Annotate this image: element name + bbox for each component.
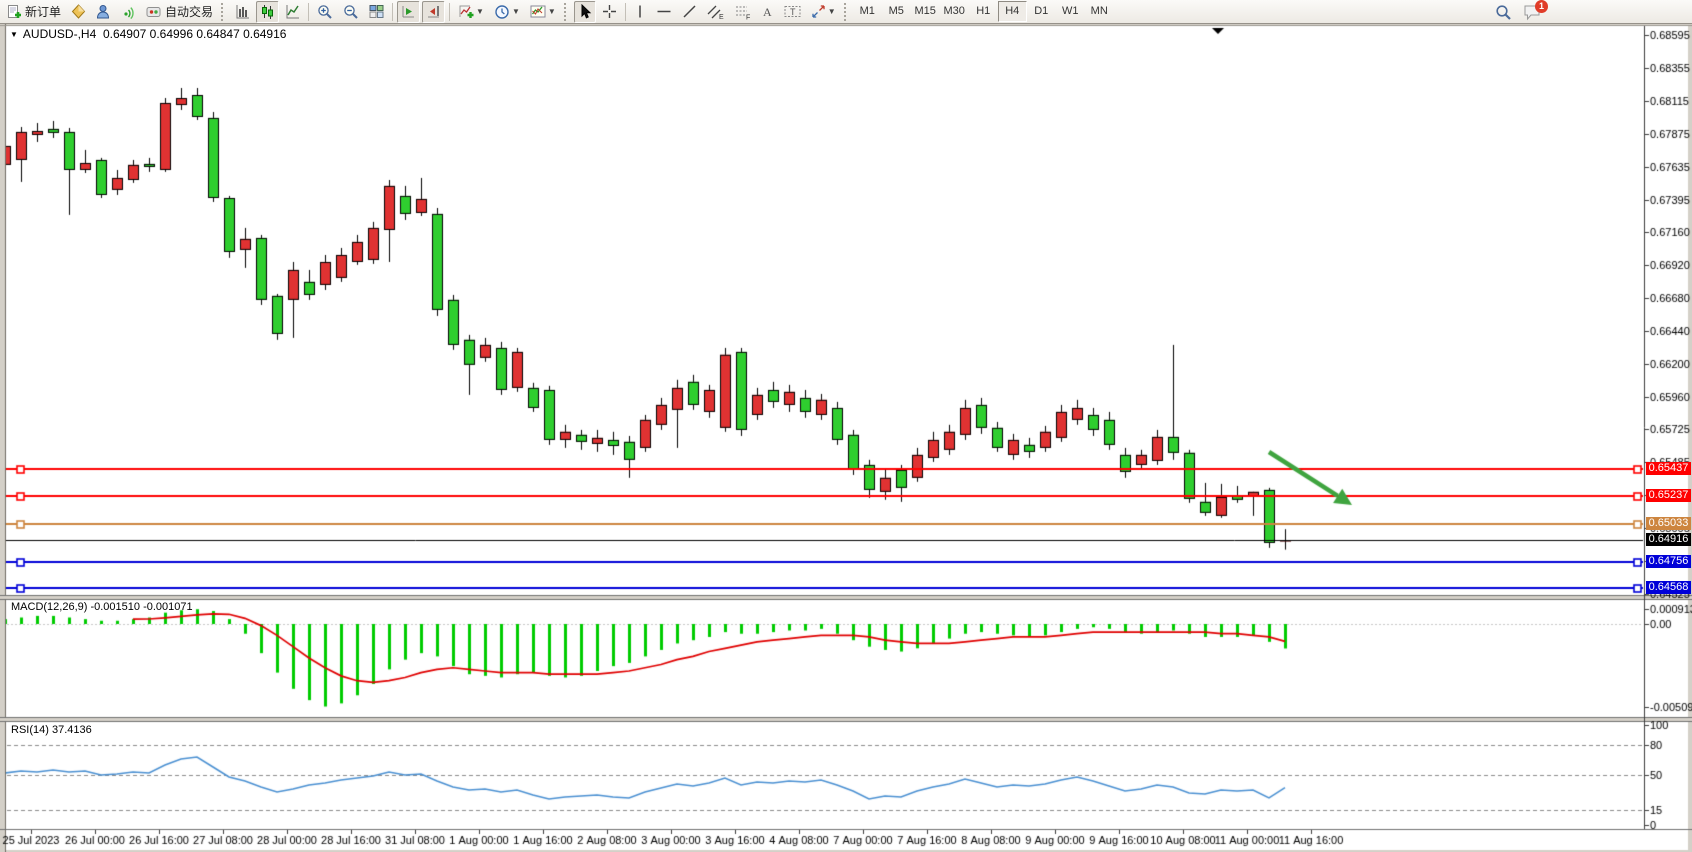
signal-button[interactable] [117, 1, 140, 23]
tile-windows-icon [369, 4, 384, 19]
svg-text:F: F [746, 14, 750, 20]
period-clock-icon [494, 4, 510, 20]
fibonacci-button[interactable]: F [730, 1, 755, 23]
chart-template-button[interactable]: ▼ [526, 1, 560, 23]
zoom-in-icon [317, 4, 333, 20]
signal-icon [121, 4, 136, 19]
svg-text:T: T [790, 7, 796, 17]
add-indicator-button[interactable]: ▼ [454, 1, 488, 23]
price-tag[interactable]: 0.65237 [1646, 489, 1691, 502]
new-order-label: 新订单 [25, 3, 61, 20]
horizontal-line-button[interactable] [652, 1, 676, 23]
zoom-out-button[interactable] [339, 1, 363, 23]
autotrading-button[interactable]: 自动交易 [142, 1, 217, 23]
search-button[interactable] [1491, 1, 1516, 23]
tab-m15[interactable]: M15 [911, 1, 940, 22]
search-icon [1495, 4, 1512, 21]
chart-canvas[interactable] [0, 24, 1692, 852]
text-label-button[interactable]: T [780, 1, 805, 23]
text-icon: A [761, 4, 774, 19]
tile-windows-button[interactable] [365, 1, 388, 23]
chart-shift-icon [426, 4, 441, 19]
market-depth-button[interactable] [67, 1, 90, 23]
candlestick-chart-icon [260, 4, 275, 19]
cursor-icon [578, 4, 592, 19]
autotrading-label: 自动交易 [165, 3, 213, 20]
line-chart-icon [285, 4, 300, 19]
tab-m30[interactable]: M30 [940, 1, 969, 22]
chart-shift-button[interactable] [422, 1, 445, 23]
equidistant-channel-button[interactable]: E [703, 1, 728, 23]
chart-title: ▼ AUDUSD-,H4 0.64907 0.64996 0.64847 0.64… [10, 27, 286, 41]
chevron-down-icon: ▼ [828, 7, 836, 16]
new-order-icon [7, 4, 22, 19]
notification-badge: 1 [1535, 0, 1548, 13]
tab-w1[interactable]: W1 [1056, 1, 1085, 22]
arrows-button[interactable]: ▼ [807, 1, 840, 23]
crosshair-icon [602, 4, 617, 19]
trendline-button[interactable] [678, 1, 701, 23]
bar-chart-icon [235, 4, 250, 19]
trendline-icon [682, 4, 697, 19]
equidistant-channel-icon: E [707, 4, 724, 20]
new-order-button[interactable]: 新订单 [3, 1, 65, 23]
chevron-down-icon: ▼ [476, 7, 484, 16]
add-indicator-icon [458, 4, 474, 19]
text-label-icon: T [784, 4, 801, 19]
toolbar-grip[interactable] [564, 3, 570, 21]
price-tag[interactable]: 0.64916 [1646, 533, 1691, 546]
chat-button[interactable]: 1 [1523, 3, 1542, 21]
trader-profile-button[interactable] [92, 1, 115, 23]
autotrading-icon [146, 4, 162, 19]
candlestick-chart-button[interactable] [256, 1, 279, 23]
tab-d1[interactable]: D1 [1027, 1, 1056, 22]
tab-m5[interactable]: M5 [882, 1, 911, 22]
auto-scroll-icon [401, 4, 416, 19]
tab-h4[interactable]: H4 [998, 1, 1027, 22]
chart-ohlc-values: 0.64907 0.64996 0.64847 0.64916 [103, 27, 287, 41]
zoom-in-button[interactable] [313, 1, 337, 23]
zoom-out-icon [343, 4, 359, 20]
svg-text:E: E [719, 14, 724, 20]
macd-indicator-label: MACD(12,26,9) -0.001510 -0.001071 [11, 601, 193, 613]
chevron-down-icon: ▼ [512, 7, 520, 16]
price-tag[interactable]: 0.64568 [1646, 581, 1691, 594]
tab-mn[interactable]: MN [1085, 1, 1114, 22]
toolbar-grip[interactable] [844, 3, 850, 21]
cursor-button[interactable] [574, 1, 596, 23]
fibonacci-icon: F [734, 4, 751, 20]
market-depth-icon [71, 4, 86, 19]
vertical-line-icon [634, 4, 646, 19]
vertical-line-button[interactable] [630, 1, 650, 23]
price-tag[interactable]: 0.64756 [1646, 555, 1691, 568]
period-clock-button[interactable]: ▼ [490, 1, 524, 23]
crosshair-button[interactable] [598, 1, 621, 23]
mt-terminal-window: 新订单 自动交易 [0, 0, 1692, 852]
symbol-dropdown-icon[interactable]: ▼ [10, 30, 18, 39]
line-chart-button[interactable] [281, 1, 304, 23]
toolbar-grip[interactable] [221, 3, 227, 21]
svg-text:A: A [763, 5, 772, 19]
arrows-icon [811, 4, 826, 19]
tab-h1[interactable]: H1 [969, 1, 998, 22]
price-tag[interactable]: 0.65033 [1646, 517, 1691, 530]
text-button[interactable]: A [757, 1, 778, 23]
price-tag[interactable]: 0.65437 [1646, 462, 1691, 475]
horizontal-line-icon [656, 4, 672, 19]
trader-profile-icon [96, 4, 111, 19]
bar-chart-button[interactable] [231, 1, 254, 23]
toolbar: 新订单 自动交易 [0, 0, 1692, 24]
tab-m1[interactable]: M1 [853, 1, 882, 22]
chevron-down-icon: ▼ [548, 7, 556, 16]
chart-template-icon [530, 4, 546, 19]
chart-symbol-period: AUDUSD-,H4 [23, 27, 96, 41]
rsi-indicator-label: RSI(14) 37.4136 [11, 724, 92, 736]
auto-scroll-button[interactable] [397, 1, 420, 23]
